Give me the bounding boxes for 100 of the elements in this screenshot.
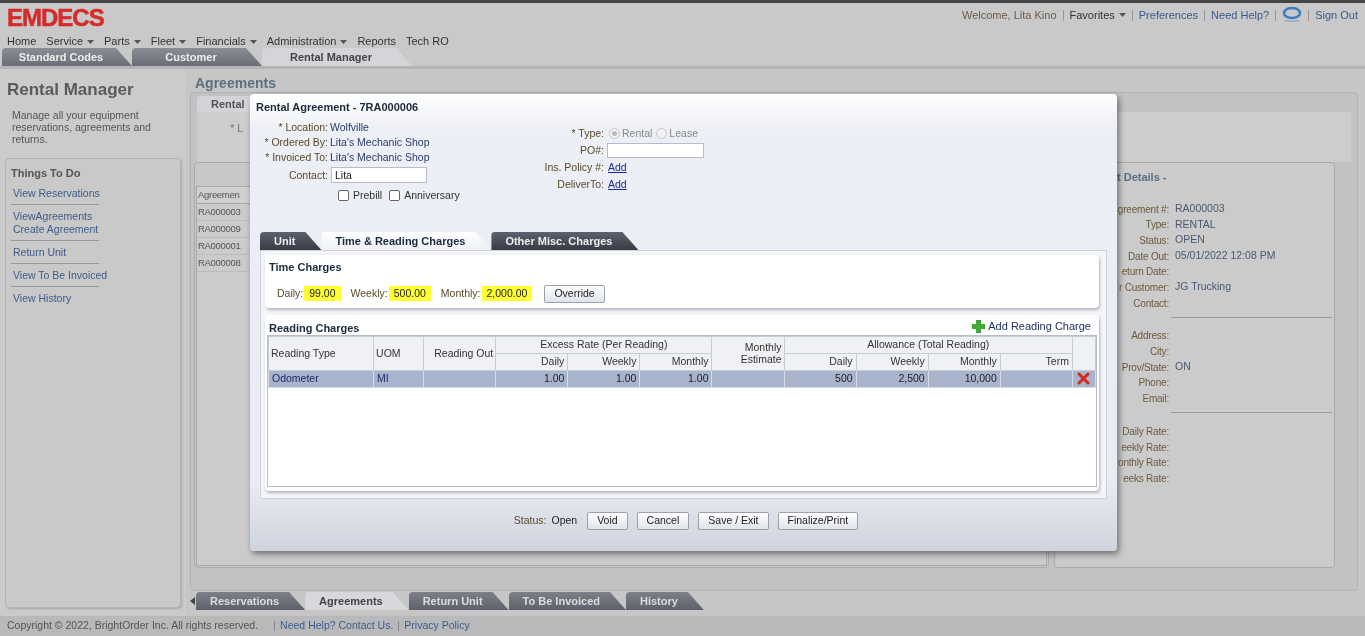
favorites-menu[interactable]: Favorites <box>1069 6 1126 24</box>
charge-label: Monthly: <box>440 285 481 301</box>
nav-menu-item[interactable]: Reports <box>357 35 396 48</box>
field-label: DeliverTo: <box>557 178 604 191</box>
field-label: Contact: <box>288 168 328 181</box>
tab[interactable]: History <box>626 592 704 610</box>
column-group-header: Allowance (Total Reading) <box>784 336 1073 354</box>
sidebar-link[interactable]: View History <box>13 291 72 305</box>
sidebar-title: Rental Manager <box>6 79 135 101</box>
table-cell[interactable]: RA000001 <box>198 240 241 252</box>
tab[interactable]: Customer <box>132 48 262 66</box>
field-value: Lita's Mechanic Shop <box>330 149 430 165</box>
tab[interactable]: Rental Manager <box>262 48 412 66</box>
nav-menu-item[interactable]: Fleet <box>150 35 187 48</box>
table-cell: 10,000 <box>964 371 997 384</box>
section-title: Things To Do <box>11 166 82 181</box>
header-link[interactable]: Preferences <box>1138 6 1199 24</box>
charge-value[interactable]: 500.00 <box>388 286 431 301</box>
sidebar-link[interactable]: View Reservations <box>13 186 100 200</box>
table-cell: 2,500 <box>898 371 925 384</box>
footer-link[interactable]: Need Help? Contact Us. <box>280 618 394 634</box>
footer-link[interactable]: Privacy Policy <box>404 618 470 634</box>
detail-label: Type: <box>1145 219 1169 231</box>
delete-icon[interactable] <box>1077 372 1091 386</box>
field-label: * Invoiced To: <box>265 151 328 164</box>
table-cell: 500 <box>835 371 853 384</box>
field-label: PO#: <box>580 144 604 157</box>
tab[interactable]: Reservations <box>196 592 306 610</box>
copyright-text: Copyright © 2022, BrightOrder Inc. All rights reserved. <box>7 618 259 634</box>
detail-label: greement #: <box>1117 203 1169 215</box>
section-title: Time Charges <box>269 260 343 275</box>
detail-label: City: <box>1150 346 1169 358</box>
table-cell[interactable]: RA000008 <box>198 257 241 269</box>
table-cell: 1.00 <box>688 371 709 384</box>
charge-value[interactable]: 2,000.00 <box>481 286 533 301</box>
header-link[interactable]: Sign Out <box>1315 6 1358 24</box>
header-link[interactable]: Need Help? <box>1211 6 1270 24</box>
sidebar-description: Manage all your equipment reservations, agreements and returns. <box>11 109 152 145</box>
dialog-button[interactable]: Void <box>587 512 628 530</box>
checkbox[interactable] <box>338 190 349 202</box>
tab[interactable]: To Be Invoiced <box>508 592 626 610</box>
sidebar-link[interactable]: Return Unit <box>13 245 67 259</box>
sidebar-link[interactable]: ViewAgreements <box>13 209 93 223</box>
sidebar-link[interactable]: View To Be Invoiced <box>13 268 108 282</box>
po-input[interactable] <box>607 143 704 158</box>
detail-label: r Customer: <box>1118 282 1169 294</box>
caret-icon <box>1118 13 1126 17</box>
nav-menu-item[interactable]: Home <box>7 35 37 48</box>
section-title: Reading Charges <box>269 320 360 336</box>
detail-label: Address: <box>1131 330 1169 342</box>
column-group-header: Excess Rate (Per Reading) <box>495 336 712 354</box>
plus-icon <box>972 320 986 333</box>
charge-value[interactable]: 99.00 <box>304 286 341 301</box>
nav-menu-item[interactable]: Tech RO <box>405 35 449 48</box>
tab[interactable]: Standard Codes <box>2 48 132 66</box>
welcome-text: Welcome, Lita Kino <box>961 7 1057 23</box>
dialog-button[interactable]: Cancel <box>636 512 690 530</box>
dialog-title: Rental Agreement - 7RA000006 <box>255 100 420 115</box>
nav-menu-item[interactable]: Administration <box>266 35 348 48</box>
details-title: t Details - <box>1117 171 1167 183</box>
tab[interactable]: Time & Reading Charges <box>321 232 492 250</box>
nav-menu-item[interactable]: Financials <box>196 35 257 48</box>
status-label: Status: <box>513 513 547 529</box>
contact-input[interactable]: Lita <box>331 167 427 183</box>
table-cell[interactable]: RA000009 <box>198 223 241 235</box>
checkbox[interactable] <box>389 190 401 202</box>
detail-label: Prov/State: <box>1121 361 1169 373</box>
tab[interactable]: Return Unit <box>408 592 509 610</box>
detail-value: RA000003 <box>1175 200 1225 216</box>
add-link[interactable]: Add <box>608 176 627 193</box>
dialog-button[interactable]: Finalize/Print <box>777 512 859 530</box>
field-label: * Type: <box>571 127 604 140</box>
caret-icon <box>87 39 95 44</box>
tab[interactable]: Agreements <box>305 592 409 610</box>
charge-label: Daily: <box>277 285 304 301</box>
field-label: Ins. Policy #: <box>544 161 604 174</box>
page-title: Agreements <box>194 74 277 92</box>
sidebar-link[interactable]: Create Agreement <box>13 222 99 236</box>
override-button[interactable]: Override <box>544 284 605 303</box>
column-header: Reading Out <box>423 336 496 370</box>
table-cell[interactable]: RA000003 <box>198 206 241 218</box>
chat-icon[interactable] <box>1282 7 1303 23</box>
detail-value: 05/01/2022 12:08 PM <box>1175 248 1276 264</box>
radio-label: Lease <box>669 125 698 141</box>
field-value: Wolfville <box>330 119 369 135</box>
nav-menu-item[interactable]: Parts <box>104 35 141 48</box>
radio-label: Rental <box>622 125 653 141</box>
detail-label: Phone: <box>1138 377 1169 389</box>
caret-icon <box>133 39 141 44</box>
nav-menu-item[interactable]: Service <box>46 35 95 48</box>
tab[interactable]: Unit <box>260 232 322 250</box>
add-link[interactable]: Add <box>608 159 627 176</box>
column-header: UOM <box>373 336 424 370</box>
detail-value: RENTAL <box>1175 216 1216 232</box>
charge-label: Weekly: <box>350 285 388 301</box>
tab[interactable]: Other Misc. Charges <box>491 232 639 250</box>
dialog-button[interactable]: Save / Exit <box>698 512 769 530</box>
detail-label: eturn Date: <box>1121 266 1169 278</box>
add-reading-charge-link[interactable]: Add Reading Charge <box>972 318 1091 335</box>
detail-label: Email: <box>1142 393 1169 405</box>
